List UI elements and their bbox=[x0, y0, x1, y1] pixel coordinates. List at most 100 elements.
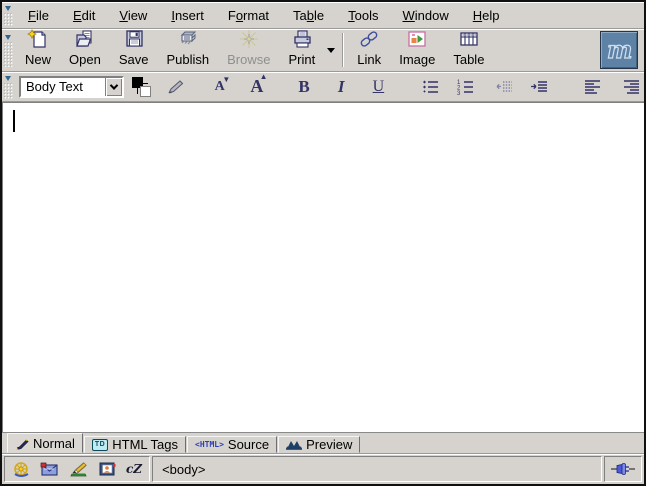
underline-button[interactable]: U bbox=[366, 75, 391, 99]
table-icon bbox=[457, 27, 481, 51]
format-toolbar: Body Text A ▼ A ▲ B I bbox=[2, 72, 644, 102]
menu-help[interactable]: Help bbox=[461, 4, 512, 27]
text-color-picker[interactable] bbox=[131, 76, 152, 98]
open-label: Open bbox=[69, 52, 101, 67]
tab-source-label: Source bbox=[228, 437, 269, 452]
align-left-icon bbox=[584, 79, 601, 95]
new-button[interactable]: New bbox=[16, 31, 60, 69]
editor-canvas[interactable] bbox=[2, 102, 644, 432]
print-dropdown-arrow[interactable] bbox=[324, 31, 338, 69]
numbered-list-icon: 1 2 3 bbox=[456, 79, 474, 95]
table-button[interactable]: Table bbox=[444, 31, 493, 69]
mozilla-throbber[interactable]: m bbox=[600, 31, 638, 69]
toolbar-grippy[interactable] bbox=[4, 74, 13, 99]
composer-icon[interactable] bbox=[69, 461, 89, 477]
menu-format[interactable]: Format bbox=[216, 4, 281, 27]
mozilla-m-logo: m bbox=[602, 33, 636, 67]
composer-window: File Edit View Insert Format Table Tools… bbox=[0, 0, 646, 486]
save-floppy-icon bbox=[122, 27, 146, 51]
outdent-icon bbox=[495, 79, 513, 95]
menu-view[interactable]: View bbox=[107, 4, 159, 27]
component-bar: cZ bbox=[4, 456, 150, 482]
combo-dropdown-button[interactable] bbox=[105, 78, 122, 96]
table-label: Table bbox=[453, 52, 484, 67]
navigator-icon[interactable] bbox=[12, 461, 31, 478]
image-button[interactable]: Image bbox=[390, 31, 444, 69]
node-path-text: <body> bbox=[162, 462, 205, 477]
open-folder-icon bbox=[73, 27, 97, 51]
link-button[interactable]: Link bbox=[348, 31, 390, 69]
image-label: Image bbox=[399, 52, 435, 67]
toolbar-separator bbox=[342, 33, 344, 67]
new-label: New bbox=[25, 52, 51, 67]
online-plug-icon bbox=[611, 463, 635, 475]
increase-font-button[interactable]: A ▲ bbox=[244, 75, 269, 99]
decrease-font-button[interactable]: A ▼ bbox=[207, 75, 232, 99]
indent-icon bbox=[530, 79, 548, 95]
html-source-icon: <HTML> bbox=[195, 440, 224, 449]
tab-normal-label: Normal bbox=[33, 436, 75, 451]
save-label: Save bbox=[119, 52, 149, 67]
background-color-swatch bbox=[140, 86, 151, 97]
indent-button[interactable] bbox=[527, 75, 552, 99]
menu-insert[interactable]: Insert bbox=[159, 4, 216, 27]
pen-icon bbox=[165, 78, 185, 96]
svg-text:m: m bbox=[607, 35, 632, 64]
bulleted-list-icon bbox=[421, 79, 439, 95]
print-icon bbox=[290, 27, 314, 51]
italic-button[interactable]: I bbox=[329, 75, 354, 99]
outdent-button[interactable] bbox=[491, 75, 516, 99]
address-book-icon[interactable] bbox=[98, 461, 117, 477]
image-icon bbox=[405, 27, 429, 51]
text-caret bbox=[13, 110, 15, 132]
tab-preview[interactable]: Preview bbox=[278, 436, 360, 453]
paragraph-style-value: Body Text bbox=[21, 79, 105, 94]
td-tag-icon: TD bbox=[92, 439, 108, 451]
main-toolbar: New Open bbox=[2, 29, 644, 72]
menu-window[interactable]: Window bbox=[391, 4, 461, 27]
svg-text:3: 3 bbox=[457, 91, 461, 95]
edit-mode-tabbar: Normal TD HTML Tags <HTML> Source Previe… bbox=[2, 432, 644, 453]
save-button[interactable]: Save bbox=[110, 31, 158, 69]
link-icon bbox=[357, 27, 381, 51]
print-button[interactable]: Print bbox=[279, 31, 324, 69]
online-status-cell[interactable] bbox=[604, 456, 642, 482]
align-right-icon bbox=[623, 79, 640, 95]
tab-preview-label: Preview bbox=[306, 437, 352, 452]
chatzilla-icon[interactable]: cZ bbox=[126, 462, 142, 476]
publish-label: Publish bbox=[166, 52, 209, 67]
bold-icon: B bbox=[298, 77, 309, 97]
bulleted-list-button[interactable] bbox=[417, 75, 442, 99]
align-left-button[interactable] bbox=[580, 75, 605, 99]
paragraph-style-select[interactable]: Body Text bbox=[19, 76, 124, 98]
menu-table[interactable]: Table bbox=[281, 4, 336, 27]
highlight-pen-button[interactable] bbox=[162, 75, 187, 99]
open-button[interactable]: Open bbox=[60, 31, 110, 69]
toolbar-grippy[interactable] bbox=[4, 4, 13, 26]
browse-label: Browse bbox=[227, 52, 270, 67]
tab-html-tags[interactable]: TD HTML Tags bbox=[84, 436, 186, 453]
mail-icon[interactable] bbox=[40, 461, 60, 477]
print-label: Print bbox=[288, 52, 315, 67]
chevron-down-icon bbox=[109, 81, 117, 89]
publish-icon bbox=[176, 27, 200, 51]
status-bar: cZ <body> bbox=[2, 453, 644, 484]
tab-source[interactable]: <HTML> Source bbox=[187, 436, 277, 453]
italic-icon: I bbox=[338, 77, 345, 97]
menu-file[interactable]: File bbox=[16, 4, 61, 27]
align-right-button[interactable] bbox=[619, 75, 644, 99]
menu-bar: File Edit View Insert Format Table Tools… bbox=[2, 2, 644, 29]
numbered-list-button[interactable]: 1 2 3 bbox=[452, 75, 477, 99]
tab-normal[interactable]: Normal bbox=[7, 433, 83, 453]
menu-edit[interactable]: Edit bbox=[61, 4, 107, 27]
menu-tools[interactable]: Tools bbox=[336, 4, 390, 27]
new-page-icon bbox=[26, 27, 50, 51]
tab-html-tags-label: HTML Tags bbox=[112, 437, 178, 452]
node-path-cell[interactable]: <body> bbox=[152, 456, 602, 482]
browse-button[interactable]: Browse bbox=[218, 31, 279, 69]
publish-button[interactable]: Publish bbox=[157, 31, 218, 69]
toolbar-grippy[interactable] bbox=[4, 33, 13, 67]
normal-pen-icon bbox=[15, 437, 29, 450]
preview-navigator-icon bbox=[286, 439, 302, 451]
bold-button[interactable]: B bbox=[291, 75, 316, 99]
